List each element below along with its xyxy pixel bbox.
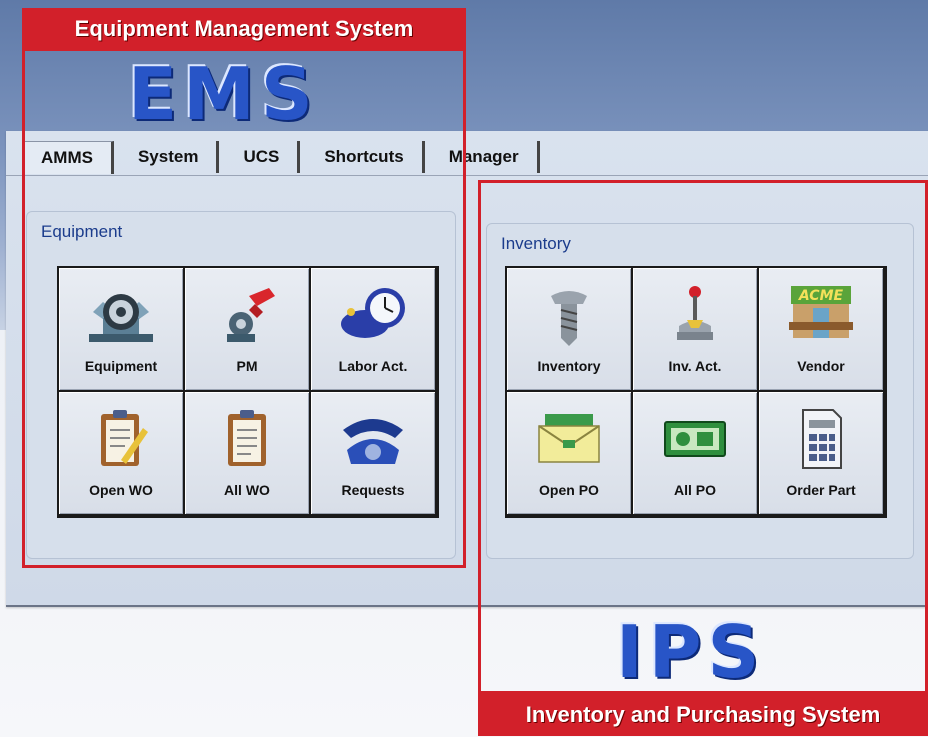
ems-acronym: EMS — [128, 52, 319, 136]
ems-caption-bar: Equipment Management System — [22, 8, 466, 50]
ips-caption-bar: Inventory and Purchasing System — [478, 694, 928, 736]
ips-acronym: IPS — [616, 610, 766, 694]
